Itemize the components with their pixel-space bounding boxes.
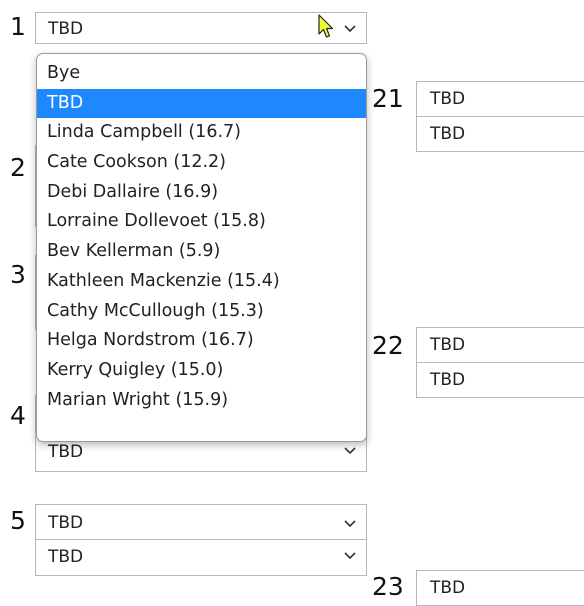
select-value: TBD	[48, 19, 84, 39]
match-number-5: 5	[10, 506, 26, 535]
option-cate-cookson[interactable]: Cate Cookson (12.2)	[37, 148, 366, 178]
option-tbd[interactable]: TBD	[37, 88, 366, 119]
select-value: TBD	[48, 547, 84, 567]
option-kerry-quigley[interactable]: Kerry Quigley (15.0)	[37, 356, 366, 386]
chevron-down-icon	[344, 25, 356, 33]
slot-value: TBD	[430, 578, 466, 598]
option-debi-dallaire[interactable]: Debi Dallaire (16.9)	[37, 178, 366, 208]
match21-player2-slot[interactable]: TBD	[416, 116, 584, 152]
match-number-1: 1	[10, 12, 26, 41]
option-helga-nordstrom[interactable]: Helga Nordstrom (16.7)	[37, 326, 366, 356]
slot-value: TBD	[430, 370, 466, 390]
option-kathleen-mackenzie[interactable]: Kathleen Mackenzie (15.4)	[37, 267, 366, 297]
match5-player1-select[interactable]: TBD	[35, 504, 367, 540]
option-bye[interactable]: Bye	[37, 59, 366, 89]
chevron-down-icon	[344, 447, 356, 455]
match-number-3: 3	[10, 260, 26, 289]
match-number-21: 21	[372, 84, 404, 113]
slot-value: TBD	[430, 124, 466, 144]
chevron-down-icon	[344, 552, 356, 560]
match-number-2: 2	[10, 153, 26, 182]
mouse-pointer-icon	[318, 14, 334, 38]
select-value: TBD	[48, 442, 84, 462]
option-linda-campbell[interactable]: Linda Campbell (16.7)	[37, 118, 366, 148]
select-value: TBD	[48, 513, 84, 533]
match-number-22: 22	[372, 331, 404, 360]
option-marian-wright[interactable]: Marian Wright (15.9)	[37, 386, 366, 416]
match-number-4: 4	[10, 401, 26, 430]
match-number-23: 23	[372, 572, 404, 601]
option-lorraine-dollevoet[interactable]: Lorraine Dollevoet (15.8)	[37, 207, 366, 237]
player-dropdown-list[interactable]: Bye TBD Linda Campbell (16.7) Cate Cooks…	[36, 53, 367, 442]
option-bev-kellerman[interactable]: Bev Kellerman (5.9)	[37, 237, 366, 267]
slot-value: TBD	[430, 335, 466, 355]
option-cathy-mccullough[interactable]: Cathy McCullough (15.3)	[37, 297, 366, 327]
match5-player2-select[interactable]: TBD	[35, 539, 367, 576]
match23-player1-slot[interactable]: TBD	[416, 570, 584, 606]
chevron-down-icon	[344, 520, 356, 528]
match22-player2-slot[interactable]: TBD	[416, 362, 584, 398]
match21-player1-slot[interactable]: TBD	[416, 81, 584, 117]
match22-player1-slot[interactable]: TBD	[416, 327, 584, 363]
slot-value: TBD	[430, 89, 466, 109]
